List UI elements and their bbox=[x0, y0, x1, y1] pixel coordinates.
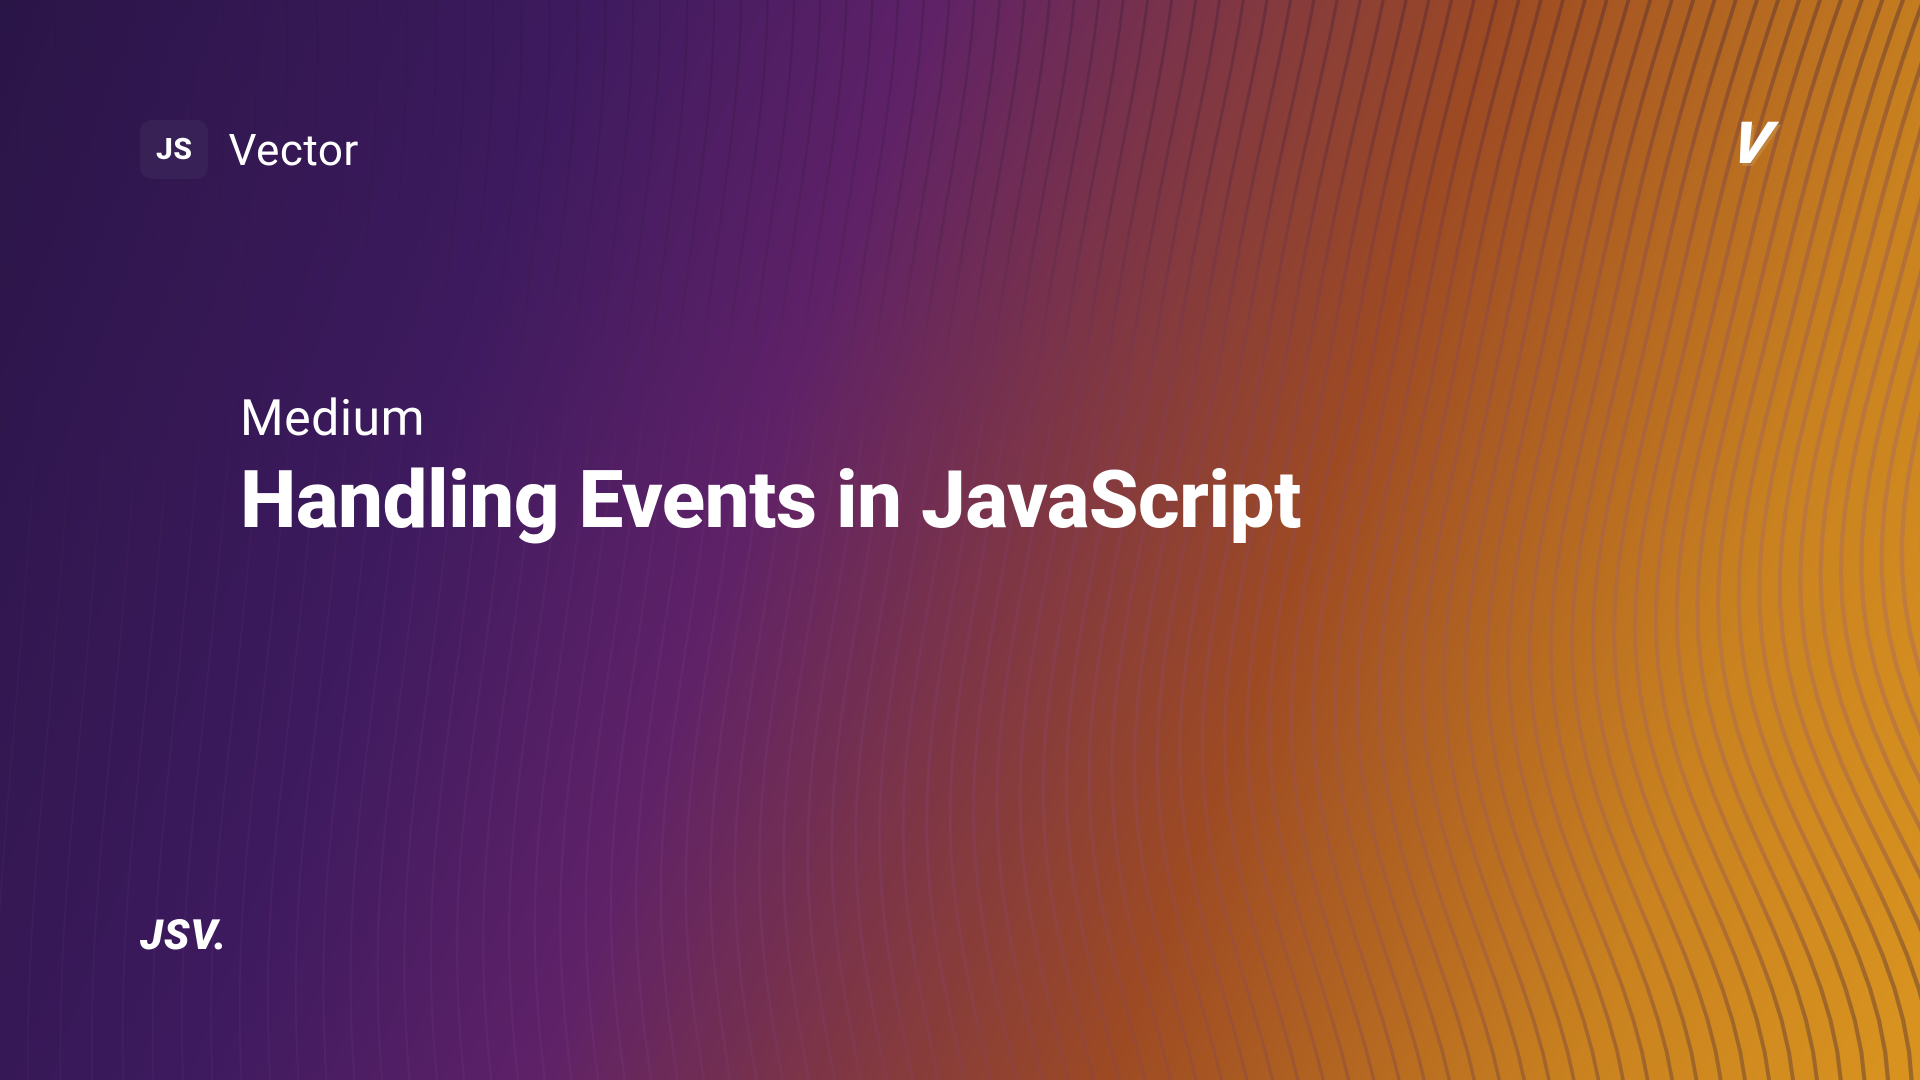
bottom-brand-mark: JSV. bbox=[140, 911, 227, 960]
content-layer: JS Vector V Medium Handling Events in Ja… bbox=[0, 0, 1920, 1080]
logo-name: Vector bbox=[228, 124, 358, 176]
logo-top: JS Vector bbox=[140, 120, 1780, 179]
logo-badge-text: JS bbox=[156, 132, 192, 167]
title-block: Medium Handling Events in JavaScript bbox=[240, 390, 1301, 544]
main-title: Handling Events in JavaScript bbox=[240, 456, 1301, 544]
difficulty-label: Medium bbox=[240, 390, 1301, 448]
logo-badge: JS bbox=[140, 120, 208, 179]
